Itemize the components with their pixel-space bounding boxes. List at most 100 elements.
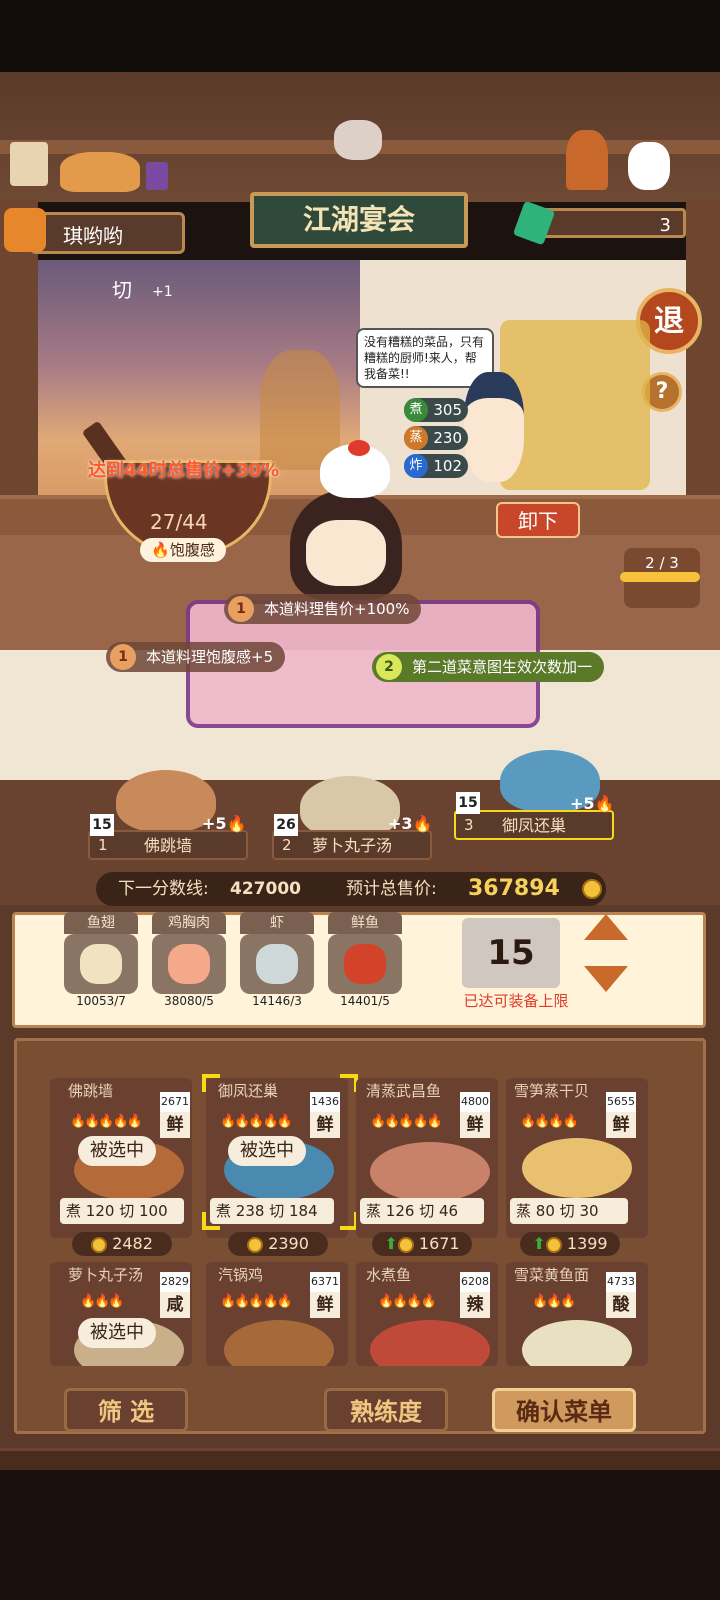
filter-button[interactable]: 筛 选 [64, 1388, 188, 1432]
cut-label: 切 [112, 278, 132, 302]
dish-card-4[interactable]: 雪笋蒸干贝 5655 鲜 🔥🔥🔥🔥 蒸 80 切 30 [506, 1078, 648, 1238]
slot2-qty: 26 [274, 814, 298, 836]
girl-figure-icon [566, 130, 608, 190]
dish-image [522, 1138, 632, 1198]
satiety-bonus-text: 达到44时总售价+30% [88, 460, 280, 481]
dish-card-1[interactable]: 佛跳墙 2671 鲜 🔥🔥🔥🔥🔥 被选中 煮 120 切 100 [50, 1078, 192, 1238]
slot1-plus: +5🔥 [202, 814, 247, 833]
steam-icon: 蒸 [404, 426, 428, 450]
dish-price-3: ⬆ 1671 [372, 1232, 472, 1256]
flame-rating: 🔥🔥🔥🔥🔥 [220, 1114, 293, 1129]
slot3-base[interactable]: 御凤还巢 [454, 810, 614, 840]
rival-chef[interactable] [464, 372, 524, 482]
dish-score: 5655 [606, 1092, 636, 1112]
buff-intent: 第二道菜意图生效次数加一 [372, 652, 605, 682]
jar-icon [146, 162, 168, 190]
flame-icon: 🔥 [594, 794, 615, 813]
dish-score: 6371 [310, 1272, 340, 1292]
dish-name: 御凤还巢 [218, 1082, 279, 1100]
equip-limit-text: 已达可装备上限 [463, 992, 569, 1010]
dish-stats: 蒸 126 切 46 [360, 1198, 484, 1224]
player-name: 琪哟哟 [63, 224, 123, 248]
boil-icon: 煮 [404, 398, 428, 422]
flame-rating: 🔥🔥🔥 [80, 1294, 125, 1309]
ingredient-label-1: 鱼翅 [64, 912, 138, 934]
dish-score: 2829 [160, 1272, 190, 1292]
dish-card-3[interactable]: 清蒸武昌鱼 4800 鲜 🔥🔥🔥🔥🔥 蒸 126 切 46 [356, 1078, 498, 1238]
ingredient-label-3: 虾 [240, 912, 314, 934]
ingredient-label-2: 鸡胸肉 [152, 912, 226, 934]
dish-price-4: ⬆ 1399 [520, 1232, 620, 1256]
slot3-index: 3 [464, 816, 474, 834]
slot1-qty: 15 [90, 814, 114, 836]
selection-corner [202, 1074, 220, 1092]
dish-card-7[interactable]: 水煮鱼 6208 辣 🔥🔥🔥🔥 [356, 1262, 498, 1366]
selected-badge: 被选中 [78, 1136, 156, 1166]
next-score-label: 下一分数线: [118, 879, 209, 899]
player-avatar[interactable] [4, 208, 46, 252]
gem-counter[interactable]: 3 [540, 208, 686, 238]
flame-rating: 🔥🔥🔥🔥🔥 [370, 1114, 443, 1129]
slot1-index: 1 [98, 836, 108, 854]
arrow-up-icon: ⬆ [384, 1234, 398, 1253]
unload-button[interactable]: 卸下 [496, 502, 580, 538]
ingredient-count-2: 38080/5 [164, 994, 214, 1008]
dish-card-6[interactable]: 汽锅鸡 6371 鲜 🔥🔥🔥🔥🔥 [206, 1262, 348, 1366]
flame-rating: 🔥🔥🔥🔥🔥 [220, 1294, 293, 1309]
dish-name: 汽锅鸡 [218, 1266, 264, 1284]
next-score-value: 427000 [230, 879, 301, 899]
dish-name: 清蒸武昌鱼 [366, 1082, 442, 1100]
round-progress [620, 572, 700, 582]
flame-rating: 🔥🔥🔥🔥 [520, 1114, 579, 1129]
coin-icon [397, 1236, 414, 1253]
flame-rating: 🔥🔥🔥 [532, 1294, 577, 1309]
coin-icon [545, 1236, 562, 1253]
dish-flavor: 鲜 [460, 1112, 490, 1138]
flame-icon: 🔥 [151, 541, 170, 559]
dish-image [522, 1320, 632, 1366]
dish-name: 萝卜丸子汤 [68, 1266, 144, 1284]
chef-character[interactable] [306, 520, 386, 586]
player-name-bar[interactable]: 琪哟哟 [30, 212, 185, 254]
total-price-label: 预计总售价: [346, 879, 437, 899]
dish-flavor: 辣 [460, 1292, 490, 1318]
ingredient-count-3: 14146/3 [252, 994, 302, 1008]
slot3-plus: +5🔥 [570, 794, 615, 813]
chicken-breast-icon [168, 944, 210, 984]
selection-corner [202, 1212, 220, 1230]
dish-flavor: 鲜 [606, 1112, 636, 1138]
slot2-index: 2 [282, 836, 292, 854]
buff-price-badge: 1 [228, 596, 254, 622]
flame-rating: 🔥🔥🔥🔥🔥 [70, 1114, 143, 1129]
dish-card-2[interactable]: 御凤还巢 1436 鲜 🔥🔥🔥🔥🔥 被选中 煮 238 切 184 [206, 1078, 348, 1238]
cut-bonus: +1 [152, 284, 173, 300]
arrow-up-icon: ⬆ [532, 1234, 546, 1253]
dish-image [370, 1142, 490, 1202]
dish-score: 2671 [160, 1092, 190, 1112]
paw-scroll-icon [10, 142, 48, 186]
scroll-down-arrow-icon[interactable] [584, 966, 628, 992]
satiety-label: 🔥饱腹感 [140, 538, 226, 562]
scroll-up-arrow-icon[interactable] [584, 914, 628, 940]
confirm-menu-button[interactable]: 确认菜单 [492, 1388, 636, 1432]
dish-name: 水煮鱼 [366, 1266, 412, 1284]
coin-icon [91, 1236, 108, 1253]
proficiency-button[interactable]: 熟练度 [324, 1388, 448, 1432]
ingredient-label-4: 鲜鱼 [328, 912, 402, 934]
dish-image [224, 1320, 334, 1366]
slot1-dish-image [116, 770, 216, 832]
selected-badge: 被选中 [78, 1318, 156, 1348]
event-sign: 江湖宴会 [250, 192, 468, 248]
dish-stats: 蒸 80 切 30 [510, 1198, 628, 1224]
dish-price-2: 2390 [228, 1232, 328, 1256]
flame-rating: 🔥🔥🔥🔥 [378, 1294, 437, 1309]
white-cat-icon [628, 142, 670, 190]
round-text: 2 / 3 [645, 554, 679, 572]
slot2-dish-image [300, 776, 400, 838]
dish-image [370, 1320, 490, 1366]
dish-stats: 煮 238 切 184 [210, 1198, 334, 1224]
buff-satiety-badge: 1 [110, 644, 136, 670]
dish-card-5[interactable]: 萝卜丸子汤 2829 咸 🔥🔥🔥 被选中 [50, 1262, 192, 1366]
dish-card-8[interactable]: 雪菜黄鱼面 4733 酸 🔥🔥🔥 [506, 1262, 648, 1366]
ingredient-count-4: 14401/5 [340, 994, 390, 1008]
